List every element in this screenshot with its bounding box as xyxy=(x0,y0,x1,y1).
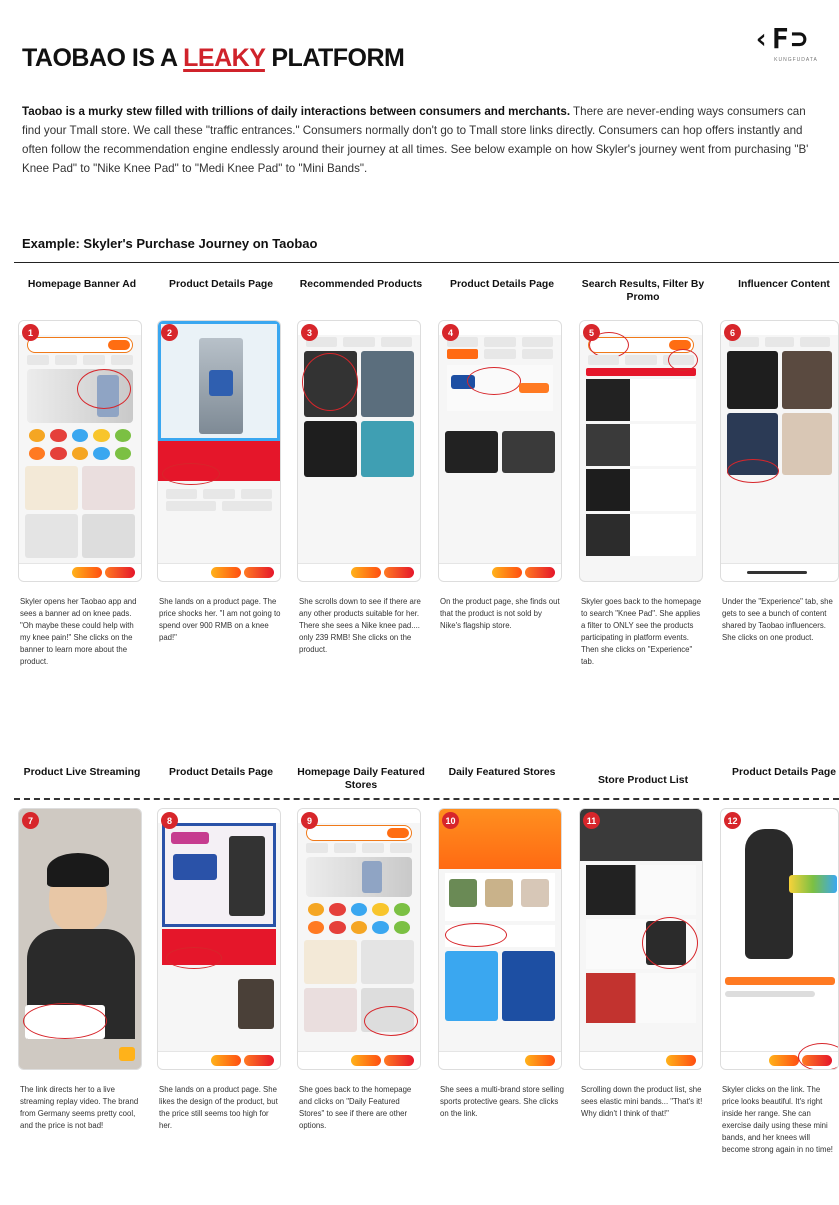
step-caption: Skyler clicks on the link. The price loo… xyxy=(722,1085,833,1154)
step-title: Homepage Banner Ad xyxy=(27,279,137,290)
title-suffix: PLATFORM xyxy=(264,44,405,72)
step-caption: On the product page, she finds out that … xyxy=(440,597,560,630)
step-card-10: Daily Featured Stores 10 She sees a mult… xyxy=(438,766,566,1118)
step-card-4: Product Details Page 4 On the product pa… xyxy=(438,278,566,630)
step-number-badge: 6 xyxy=(724,324,741,341)
step-title: Influencer Content xyxy=(738,279,830,290)
step-number-badge: 2 xyxy=(161,324,178,341)
title-highlight: LEAKY xyxy=(183,44,265,72)
section-rule xyxy=(14,262,839,263)
step-screenshot: 6 xyxy=(720,320,839,582)
page-title: TAOBAO IS A LEAKY PLATFORM xyxy=(22,44,405,73)
step-title: Product Details Page xyxy=(169,767,273,778)
step-caption: She lands on a product page. The price s… xyxy=(159,597,281,642)
journey-row-1: Homepage Banner Ad 1 Skyler opens her Ta… xyxy=(0,278,839,728)
step-card-9: Homepage Daily Featured Stores 9 She goe… xyxy=(297,766,425,1130)
step-card-8: Product Details Page 8 She lands on a pr… xyxy=(157,766,285,1130)
step-card-12: Product Details Page 12 Skyler clicks on… xyxy=(720,766,839,1154)
step-card-2: Product Details Page 2 She lands on a pr… xyxy=(157,278,285,642)
step-title: Store Product List xyxy=(597,775,689,786)
step-screenshot: 8 xyxy=(157,808,281,1070)
step-number-badge: 10 xyxy=(442,812,459,829)
journey-row-2: Product Live Streaming 7 The link direct… xyxy=(0,766,839,1196)
step-screenshot: 5 xyxy=(579,320,703,582)
step-screenshot: 12 xyxy=(720,808,839,1070)
step-caption: The link directs her to a live streaming… xyxy=(20,1085,139,1130)
intro-paragraph: Taobao is a murky stew filled with trill… xyxy=(22,102,822,178)
step-screenshot: 2 xyxy=(157,320,281,582)
step-screenshot: 7 xyxy=(18,808,142,1070)
step-caption: Skyler opens her Taobao app and sees a b… xyxy=(20,597,137,666)
banner-ad-mock xyxy=(27,369,133,423)
step-card-1: Homepage Banner Ad 1 Skyler opens her Ta… xyxy=(18,278,146,666)
step-title: Recommended Products xyxy=(299,279,423,290)
kungfu-logo: ‹F⊃ KUNGFUDATA xyxy=(753,22,839,74)
step-caption: She sees a multi-brand store selling spo… xyxy=(440,1085,564,1118)
step-title: Search Results, Filter By Promo xyxy=(581,279,705,303)
step-caption: She lands on a product page. She likes t… xyxy=(159,1085,278,1130)
step-number-badge: 8 xyxy=(161,812,178,829)
search-bar-mock xyxy=(27,337,133,353)
step-title: Daily Featured Stores xyxy=(448,767,556,778)
step-card-6: Influencer Content 6 Under the "Experien… xyxy=(720,278,839,642)
step-screenshot: 3 xyxy=(297,320,421,582)
logo-tagline: KUNGFUDATA xyxy=(774,57,818,63)
step-number-badge: 7 xyxy=(22,812,39,829)
intro-bold: Taobao is a murky stew filled with trill… xyxy=(22,105,571,118)
step-number-badge: 3 xyxy=(301,324,318,341)
step-caption: Scrolling down the product list, she see… xyxy=(581,1085,703,1118)
step-card-3: Recommended Products 3 She scrolls down … xyxy=(297,278,425,654)
step-screenshot: 1 xyxy=(18,320,142,582)
step-number-badge: 5 xyxy=(583,324,600,341)
step-screenshot: 9 xyxy=(297,808,421,1070)
step-screenshot: 4 xyxy=(438,320,562,582)
logo-mark: ‹F⊃ xyxy=(753,22,810,55)
step-number-badge: 11 xyxy=(583,812,600,829)
step-title: Product Details Page xyxy=(450,279,554,290)
step-number-badge: 9 xyxy=(301,812,318,829)
step-title: Product Live Streaming xyxy=(23,767,141,778)
step-number-badge: 12 xyxy=(724,812,741,829)
step-screenshot: 10 xyxy=(438,808,562,1070)
step-caption: Under the "Experience" tab, she gets to … xyxy=(722,597,833,642)
step-card-5: Search Results, Filter By Promo 5 Skyler… xyxy=(579,278,707,666)
step-caption: She scrolls down to see if there are any… xyxy=(299,597,421,654)
step-number-badge: 1 xyxy=(22,324,39,341)
step-title: Homepage Daily Featured Stores xyxy=(297,767,425,791)
step-title: Product Details Page xyxy=(732,767,836,778)
step-card-7: Product Live Streaming 7 The link direct… xyxy=(18,766,146,1130)
step-card-11: Store Product List 11 Scrolling down the… xyxy=(579,766,707,1118)
step-caption: Skyler goes back to the homepage to sear… xyxy=(581,597,702,666)
step-caption: She goes back to the homepage and clicks… xyxy=(299,1085,412,1130)
step-title: Product Details Page xyxy=(169,279,273,290)
step-number-badge: 4 xyxy=(442,324,459,341)
title-prefix: TAOBAO IS A xyxy=(22,44,184,72)
step-screenshot: 11 xyxy=(579,808,703,1070)
section-heading: Example: Skyler's Purchase Journey on Ta… xyxy=(22,236,318,251)
